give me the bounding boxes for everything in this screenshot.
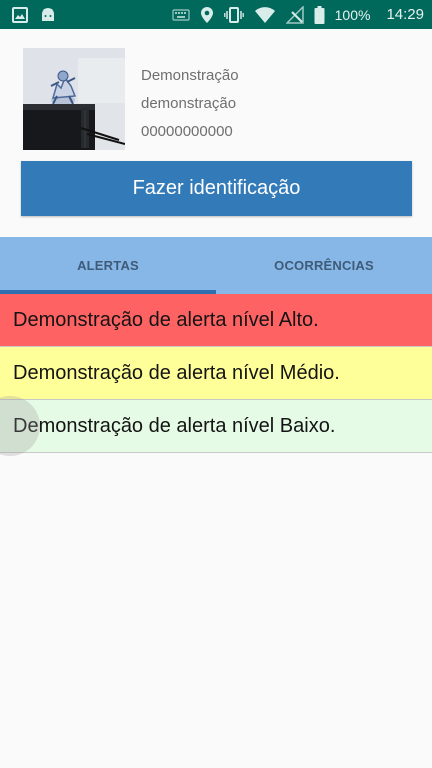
profile-name: Demonstração <box>141 67 239 84</box>
wifi-icon <box>254 6 276 24</box>
status-left-icons <box>12 0 56 29</box>
android-icon <box>40 7 56 23</box>
profile-info: Demonstração demonstração 00000000000 <box>141 62 239 146</box>
battery-icon <box>314 5 325 24</box>
vibrate-icon <box>223 6 244 24</box>
tab-bar: ALERTAS OCORRÊNCIAS <box>0 237 432 294</box>
no-signal-icon <box>285 5 304 24</box>
battery-percent: 100% <box>334 6 371 23</box>
clock: 14:29 <box>386 6 424 23</box>
profile-username: demonstração <box>141 95 237 112</box>
status-bar: 100% 14:29 <box>0 0 432 29</box>
alert-item-medium[interactable]: Demonstração de alerta nível Médio. <box>0 347 432 400</box>
tab-alerts[interactable]: ALERTAS <box>0 237 216 294</box>
alert-item-high[interactable]: Demonstração de alerta nível Alto. <box>0 294 432 347</box>
alert-item-low[interactable]: Demonstração de alerta nível Baixo. <box>0 400 432 453</box>
avatar[interactable] <box>23 48 125 150</box>
profile-id-number: 00000000000 <box>141 123 233 140</box>
tab-occurrences[interactable]: OCORRÊNCIAS <box>216 237 432 294</box>
status-right-icons: 100% 14:29 <box>172 0 424 29</box>
image-icon <box>12 6 28 23</box>
alert-list: Demonstração de alerta nível Alto. Demon… <box>0 294 432 453</box>
location-icon <box>200 6 214 24</box>
keyboard-icon <box>172 8 190 22</box>
identify-button[interactable]: Fazer identificação <box>21 161 412 216</box>
profile-header: Demonstração demonstração 00000000000 Fa… <box>0 29 432 236</box>
